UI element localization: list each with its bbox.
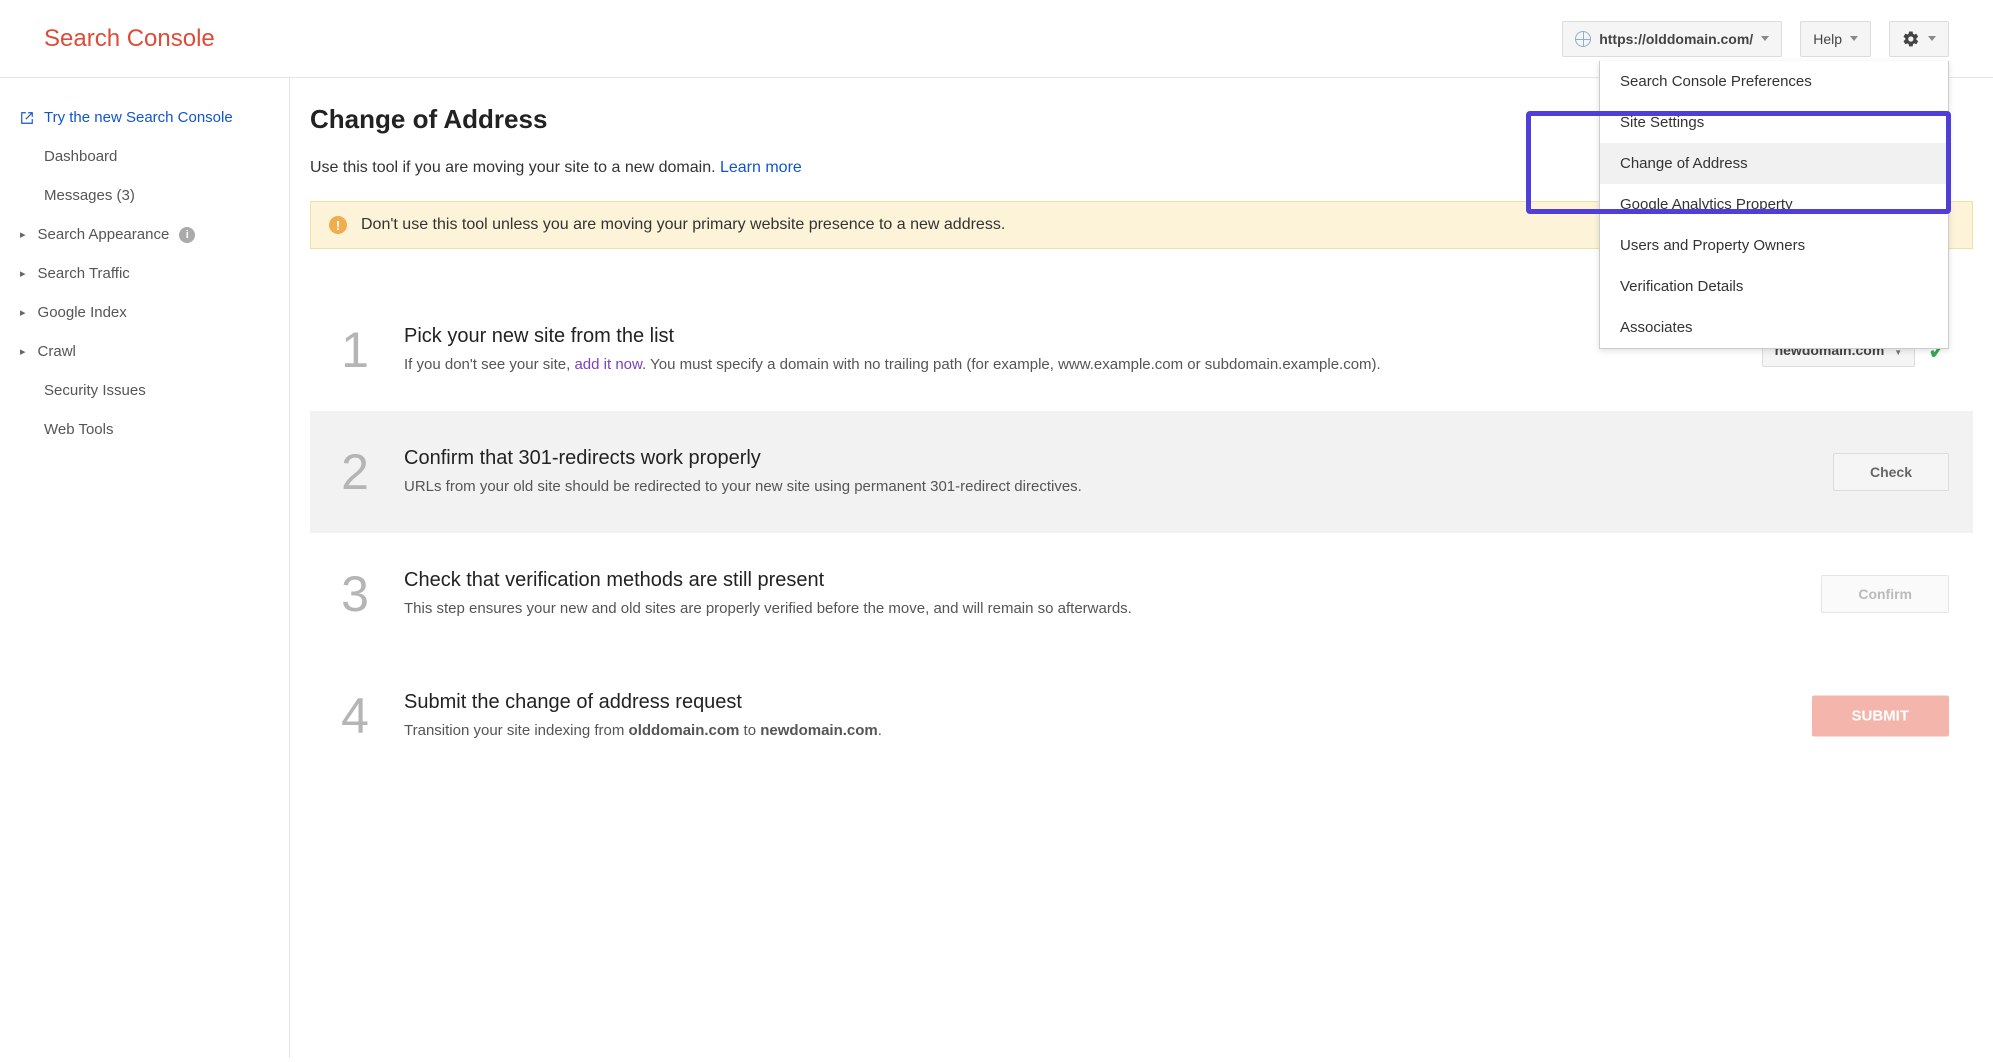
sidebar-item-google-index[interactable]: Google Index [0, 293, 289, 332]
sidebar: Try the new Search Console Dashboard Mes… [0, 78, 290, 1058]
step-4: 4 Submit the change of address request T… [310, 655, 1973, 777]
property-url: https://olddomain.com/ [1599, 31, 1753, 47]
step-title: Pick your new site from the list [404, 325, 1729, 348]
intro-copy: Use this tool if you are moving your sit… [310, 159, 720, 176]
add-site-link[interactable]: add it now [574, 356, 642, 373]
desc-text: . You must specify a domain with no trai… [642, 356, 1381, 373]
step-title: Submit the change of address request [404, 691, 1729, 714]
step-2: 2 Confirm that 301-redirects work proper… [310, 411, 1973, 533]
desc-text: Transition your site indexing from [404, 722, 629, 739]
sidebar-item-messages[interactable]: Messages (3) [0, 176, 289, 215]
step-number: 2 [334, 447, 376, 497]
menu-label: Users and Property Owners [1620, 237, 1805, 254]
sidebar-label: Messages (3) [44, 187, 135, 204]
step-2-action: Check [1833, 453, 1949, 491]
sidebar-item-search-traffic[interactable]: Search Traffic [0, 254, 289, 293]
chevron-down-icon [1761, 36, 1769, 41]
menu-label: Search Console Preferences [1620, 73, 1812, 90]
sidebar-label: Search Traffic [38, 265, 130, 282]
header-controls: https://olddomain.com/ Help Search Conso… [1562, 21, 1949, 57]
step-3-action: Confirm [1821, 575, 1949, 613]
menu-label: Google Analytics Property [1620, 196, 1793, 213]
step-number: 4 [334, 691, 376, 741]
menu-change-of-address[interactable]: Change of Address [1600, 143, 1948, 184]
step-desc: URLs from your old site should be redire… [404, 476, 1729, 497]
desc-text: . [878, 722, 882, 739]
step-title: Check that verification methods are stil… [404, 569, 1729, 592]
brand-title: Search Console [44, 25, 215, 53]
sidebar-label: Google Index [38, 304, 127, 321]
submit-button: SUBMIT [1812, 696, 1950, 737]
gear-icon [1902, 30, 1920, 48]
step-desc: Transition your site indexing from olddo… [404, 720, 1729, 741]
help-label: Help [1813, 31, 1842, 47]
old-domain: olddomain.com [629, 722, 740, 739]
warning-text: Don't use this tool unless you are movin… [361, 216, 1005, 234]
new-domain: newdomain.com [760, 722, 878, 739]
check-button[interactable]: Check [1833, 453, 1949, 491]
property-selector[interactable]: https://olddomain.com/ [1562, 21, 1782, 57]
menu-verification-details[interactable]: Verification Details [1600, 266, 1948, 307]
menu-site-settings[interactable]: Site Settings [1600, 102, 1948, 143]
sidebar-item-search-appearance[interactable]: Search Appearance i [0, 215, 289, 254]
sidebar-label: Security Issues [44, 382, 146, 399]
step-desc: If you don't see your site, add it now. … [404, 354, 1729, 375]
sidebar-label: Search Appearance [38, 226, 170, 243]
header: Search Console https://olddomain.com/ He… [0, 0, 1993, 78]
sidebar-label: Crawl [38, 343, 76, 360]
help-button[interactable]: Help [1800, 21, 1871, 57]
external-link-icon [20, 111, 34, 125]
menu-label: Site Settings [1620, 114, 1704, 131]
menu-label: Change of Address [1620, 155, 1748, 172]
chevron-down-icon [1850, 36, 1858, 41]
globe-icon [1575, 31, 1591, 47]
sidebar-item-security[interactable]: Security Issues [0, 371, 289, 410]
settings-button[interactable] [1889, 21, 1949, 57]
desc-text: If you don't see your site, [404, 356, 574, 373]
sidebar-try-new[interactable]: Try the new Search Console [0, 98, 289, 137]
learn-more-link[interactable]: Learn more [720, 159, 802, 176]
step-number: 1 [334, 325, 376, 375]
sidebar-item-crawl[interactable]: Crawl [0, 332, 289, 371]
step-desc: This step ensures your new and old sites… [404, 598, 1729, 619]
chevron-down-icon [1928, 36, 1936, 41]
info-icon: i [179, 227, 195, 243]
step-number: 3 [334, 569, 376, 619]
step-title: Confirm that 301-redirects work properly [404, 447, 1729, 470]
menu-preferences[interactable]: Search Console Preferences [1600, 61, 1948, 102]
settings-dropdown: Search Console Preferences Site Settings… [1599, 61, 1949, 349]
desc-text: to [739, 722, 760, 739]
menu-label: Verification Details [1620, 278, 1743, 295]
sidebar-label: Web Tools [44, 421, 114, 438]
confirm-button: Confirm [1821, 575, 1949, 613]
sidebar-label: Dashboard [44, 148, 117, 165]
sidebar-item-web-tools[interactable]: Web Tools [0, 410, 289, 449]
menu-users-owners[interactable]: Users and Property Owners [1600, 225, 1948, 266]
warning-icon: ! [329, 216, 347, 234]
step-4-action: SUBMIT [1812, 696, 1950, 737]
menu-associates[interactable]: Associates [1600, 307, 1948, 348]
sidebar-item-dashboard[interactable]: Dashboard [0, 137, 289, 176]
menu-analytics-property[interactable]: Google Analytics Property [1600, 184, 1948, 225]
sidebar-label: Try the new Search Console [44, 109, 233, 126]
step-3: 3 Check that verification methods are st… [310, 533, 1973, 655]
menu-label: Associates [1620, 319, 1693, 336]
